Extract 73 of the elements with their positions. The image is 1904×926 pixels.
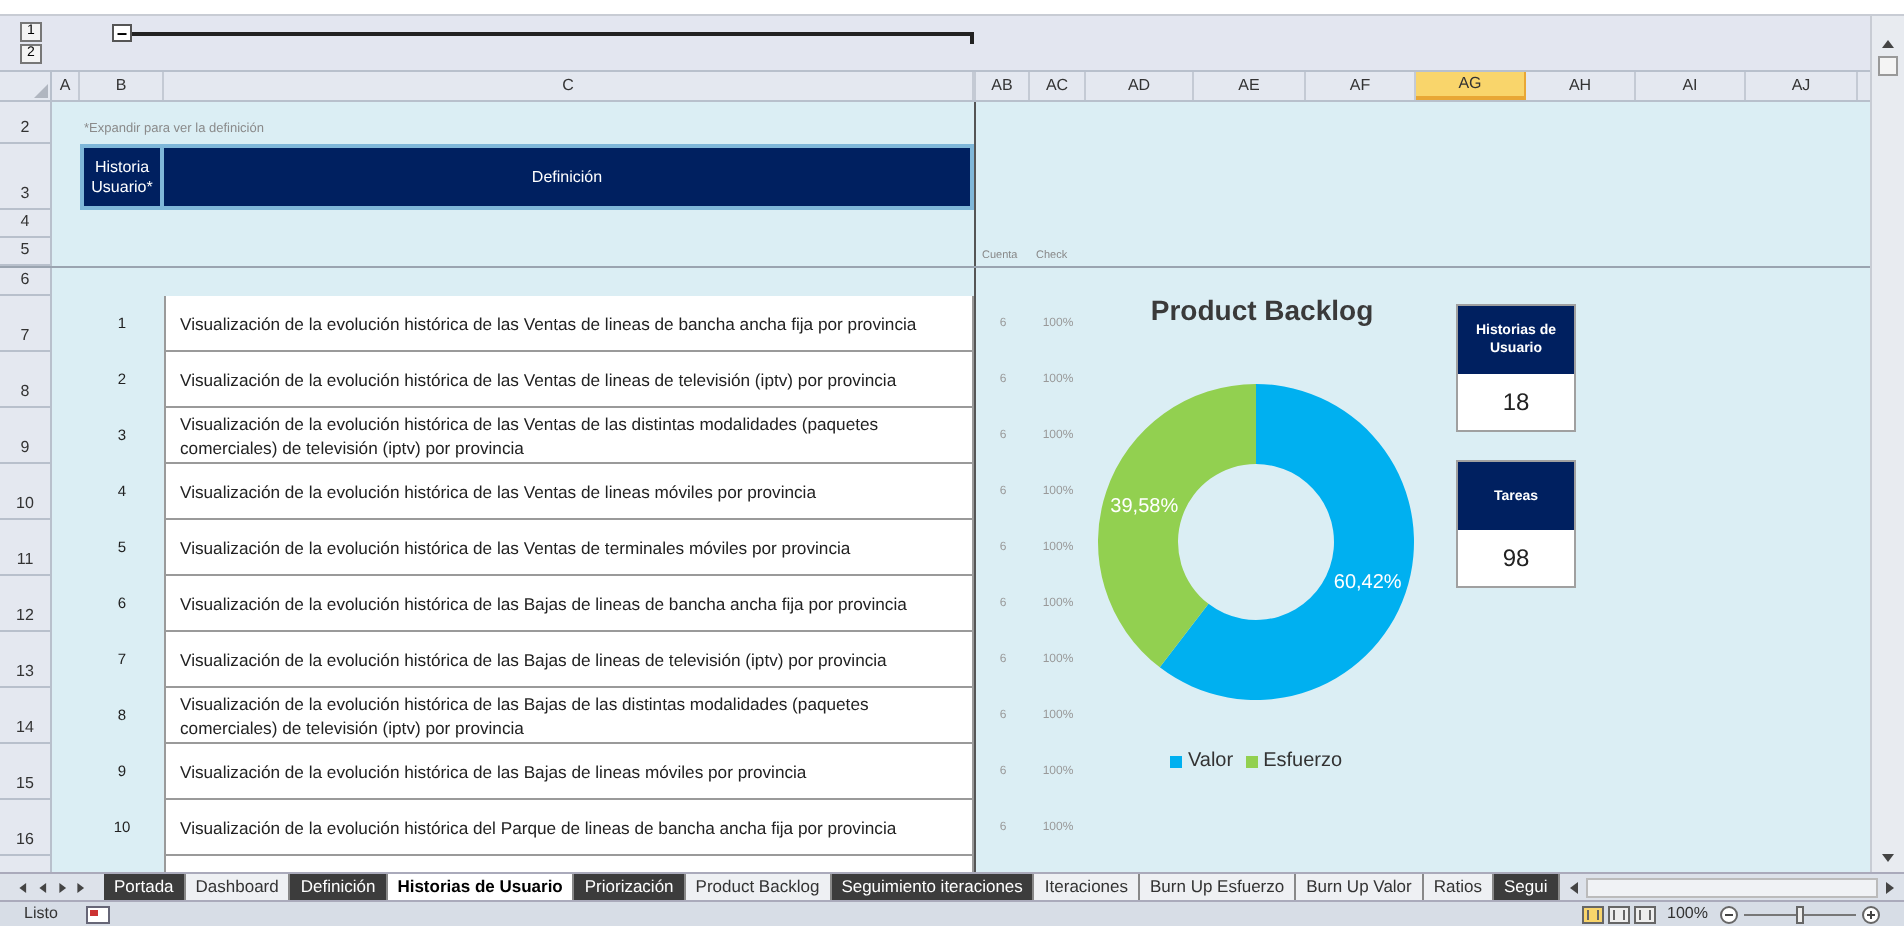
- row-header[interactable]: 16: [0, 800, 52, 856]
- sheet-tab[interactable]: Dashboard: [185, 874, 291, 900]
- column-header[interactable]: AC: [1030, 72, 1086, 100]
- chart-title: Product Backlog: [1150, 292, 1374, 330]
- scroll-down-icon[interactable]: [1880, 850, 1896, 866]
- column-header[interactable]: AB: [974, 72, 1030, 100]
- definition-cell: Visualización de la evolución histórica de las Bajas de las distintas modalidades (paquetes comerciales) de televisión (iptv) por provincia: [164, 688, 974, 744]
- scroll-right-icon[interactable]: [1882, 879, 1898, 895]
- definition-cell: Visualización de la evolución histórica de las Bajas de lineas de televisión (iptv) por provincia: [164, 632, 974, 688]
- definition-cell: Visualización de la evolución histórica de las Bajas de lineas de bancha ancha fija por provincia: [164, 576, 974, 632]
- sheet-tab[interactable]: Burn Up Esfuerzo: [1140, 874, 1297, 900]
- view-mode-icon[interactable]: [1633, 905, 1656, 923]
- column-header[interactable]: AH: [1526, 72, 1636, 100]
- row-header[interactable]: 2: [0, 112, 52, 144]
- row-header[interactable]: 11: [0, 520, 52, 576]
- row-header[interactable]: 3: [0, 144, 52, 210]
- status-text: Listo: [24, 902, 58, 926]
- sheet-tab[interactable]: Burn Up Valor: [1296, 874, 1424, 900]
- definition-cell: Visualización de la evolución histórica de las Ventas de las distintas modalidades (paquetes comerciales) de televisión (iptv) por provincia: [164, 408, 974, 464]
- sheet-tab[interactable]: Portada: [104, 874, 186, 900]
- sheet-tab[interactable]: Product Backlog: [685, 874, 832, 900]
- view-mode-icon[interactable]: [1581, 905, 1604, 923]
- column-header[interactable]: AG: [1416, 72, 1526, 100]
- data-label: 39,58%: [1110, 496, 1179, 519]
- kpi-value: 18: [1500, 386, 1532, 420]
- zoom-slider-thumb[interactable]: [1796, 905, 1804, 923]
- row-header[interactable]: 12: [0, 576, 52, 632]
- definition-cell: Visualización de la evolución histórica de las Ventas de lineas móviles por provincia: [164, 464, 974, 520]
- zoom-level[interactable]: 100%: [1667, 902, 1708, 926]
- sheet-tab[interactable]: Ratios: [1423, 874, 1494, 900]
- row-header[interactable]: 9: [0, 408, 52, 464]
- column-header[interactable]: A: [52, 72, 80, 100]
- view-mode-icon[interactable]: [1607, 905, 1630, 923]
- row-header[interactable]: 10: [0, 464, 52, 520]
- row-header[interactable]: 8: [0, 352, 52, 408]
- kpi-value: 98: [1500, 542, 1532, 576]
- sheet-tab[interactable]: Priorización: [574, 874, 686, 900]
- column-header[interactable]: C: [164, 72, 974, 100]
- row-header[interactable]: 13: [0, 632, 52, 688]
- row-header[interactable]: 6: [0, 268, 52, 296]
- definition-cell: Visualización de la evolución histórica de las Ventas de lineas de bancha ancha fija por provincia: [164, 296, 974, 352]
- sheet-tab[interactable]: Segui: [1493, 874, 1560, 900]
- row-header[interactable]: 14: [0, 688, 52, 744]
- row-header[interactable]: 5: [0, 238, 52, 266]
- sheet-tab[interactable]: Iteraciones: [1034, 874, 1141, 900]
- horizontal-scrollbar[interactable]: [1585, 877, 1878, 897]
- data-label: 60,42%: [1333, 571, 1402, 594]
- row-header[interactable]: 7: [0, 296, 52, 352]
- definition-cell: Visualización de la evolución histórica de las Bajas de lineas móviles por provincia: [164, 744, 974, 800]
- legend-label: Valor: [1187, 748, 1234, 776]
- collapse-button[interactable]: −: [112, 24, 132, 42]
- zoom-in-icon[interactable]: [1862, 905, 1880, 923]
- macro-record-icon[interactable]: [85, 905, 110, 923]
- column-header[interactable]: AJ: [1746, 72, 1858, 100]
- legend-label: Esfuerzo: [1263, 748, 1343, 776]
- column-header[interactable]: B: [80, 72, 164, 100]
- definition-cell: Visualización de la evolución histórica del Parque de lineas de bancha ancha fija por provincia: [164, 800, 974, 856]
- scroll-up-icon[interactable]: [1880, 36, 1896, 52]
- column-heading: Historia Usuario*: [80, 144, 164, 210]
- column-header[interactable]: AE: [1194, 72, 1306, 100]
- column-heading: Definición: [164, 144, 974, 210]
- column-header[interactable]: AD: [1086, 72, 1194, 100]
- row-header[interactable]: 15: [0, 744, 52, 800]
- column-header[interactable]: AI: [1636, 72, 1746, 100]
- scroll-left-icon[interactable]: [1565, 879, 1582, 895]
- definition-cell: Visualización de la evolución histórica de las Ventas de lineas de televisión (iptv) por provincia: [164, 352, 974, 408]
- scrollbar-thumb[interactable]: [1878, 56, 1898, 76]
- sheet-tab[interactable]: Definición: [290, 874, 388, 900]
- zoom-out-icon[interactable]: [1720, 905, 1738, 923]
- sheet-tab[interactable]: Seguimiento iteraciones: [831, 874, 1035, 900]
- row-header[interactable]: 4: [0, 210, 52, 238]
- sheet-tab[interactable]: Historias de Usuario: [387, 874, 575, 900]
- definition-cell: Visualización de la evolución histórica de las Ventas de terminales móviles por provincia: [164, 520, 974, 576]
